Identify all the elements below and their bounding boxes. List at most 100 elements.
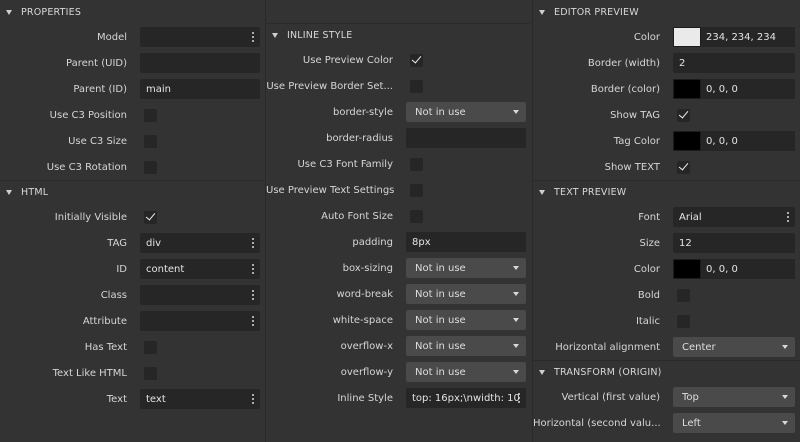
size-label: Size — [639, 237, 660, 249]
use-preview-border-row: Use Preview Border Set... — [266, 73, 530, 99]
white-space-label: white-space — [332, 314, 393, 326]
box-sizing-select[interactable]: Not in use — [406, 258, 526, 278]
color-value[interactable]: 0, 0, 0 — [701, 79, 795, 99]
show-text-checkbox[interactable] — [677, 160, 690, 174]
more-options-icon[interactable] — [252, 316, 254, 326]
padding-row: padding 8px — [266, 229, 530, 255]
initially-visible-checkbox[interactable] — [144, 210, 157, 224]
use-preview-color-row: Use Preview Color — [266, 47, 530, 73]
color-swatch[interactable] — [673, 259, 701, 279]
color-value[interactable]: 234, 234, 234 — [701, 27, 795, 47]
overflow-x-select[interactable]: Not in use — [406, 336, 526, 356]
word-break-select[interactable]: Not in use — [406, 284, 526, 304]
tag-color-picker[interactable]: 0, 0, 0 — [673, 131, 795, 151]
use-c3-font-family-checkbox[interactable] — [410, 157, 423, 171]
has-text-label: Has Text — [84, 341, 127, 353]
border-width-field[interactable]: 2 — [673, 53, 795, 73]
more-options-icon[interactable] — [518, 393, 520, 403]
more-options-icon[interactable] — [787, 212, 789, 222]
parent-uid-label: Parent (UID) — [66, 57, 127, 69]
font-row: Font Arial — [533, 204, 800, 230]
show-tag-row: Show TAG — [533, 102, 800, 128]
more-options-icon[interactable] — [252, 394, 254, 404]
use-c3-position-checkbox[interactable] — [144, 108, 157, 122]
border-radius-row: border-radius — [266, 125, 530, 151]
use-c3-size-checkbox[interactable] — [144, 134, 157, 148]
chevron-down-icon — [782, 421, 788, 425]
editor-preview-section-header[interactable]: EDITOR PREVIEW — [533, 0, 800, 24]
use-c3-font-family-row: Use C3 Font Family — [266, 151, 530, 177]
parent-id-label: Parent (ID) — [73, 83, 127, 95]
white-space-select[interactable]: Not in use — [406, 310, 526, 330]
overflow-y-label: overflow-y — [340, 366, 393, 378]
attribute-row: Attribute — [0, 308, 265, 334]
model-label: Model — [96, 31, 127, 43]
class-row: Class — [0, 282, 265, 308]
italic-row: Italic — [533, 308, 800, 334]
text-field[interactable]: text — [140, 389, 260, 409]
italic-checkbox[interactable] — [677, 314, 690, 328]
use-preview-border-checkbox[interactable] — [410, 79, 423, 93]
id-label: ID — [116, 263, 127, 275]
use-c3-position-label: Use C3 Position — [49, 109, 127, 121]
more-options-icon[interactable] — [252, 264, 254, 274]
use-c3-rotation-checkbox[interactable] — [144, 160, 157, 174]
section-title: EDITOR PREVIEW — [554, 6, 639, 18]
bold-checkbox[interactable] — [677, 288, 690, 302]
font-label: Font — [638, 211, 660, 223]
tag-row: TAG div — [0, 230, 265, 256]
more-options-icon[interactable] — [252, 32, 254, 42]
html-section-header[interactable]: HTML — [0, 180, 265, 204]
border-color-picker[interactable]: 0, 0, 0 — [673, 79, 795, 99]
inline-style-section-header[interactable]: INLINE STYLE — [266, 23, 530, 47]
section-title: TEXT PREVIEW — [554, 187, 627, 198]
use-preview-text-checkbox[interactable] — [410, 183, 423, 197]
h-align-select[interactable]: Center — [673, 337, 795, 357]
auto-font-size-checkbox[interactable] — [410, 209, 423, 223]
text-preview-section-header[interactable]: TEXT PREVIEW — [533, 180, 800, 204]
inline-style-field[interactable]: top: 16px;\nwidth: 10 — [406, 388, 526, 408]
tag-field[interactable]: div — [140, 233, 260, 253]
transform-section-header[interactable]: TRANSFORM (ORIGIN) — [533, 360, 800, 384]
class-field[interactable] — [140, 285, 260, 305]
color-swatch[interactable] — [673, 79, 701, 99]
overflow-y-select[interactable]: Not in use — [406, 362, 526, 382]
text-color-picker[interactable]: 0, 0, 0 — [673, 259, 795, 279]
preview-color-label: Color — [633, 31, 660, 43]
properties-section-header[interactable]: PROPERTIES — [0, 0, 265, 24]
color-swatch[interactable] — [673, 131, 701, 151]
preview-color-picker[interactable]: 234, 234, 234 — [673, 27, 795, 47]
more-options-icon[interactable] — [252, 290, 254, 300]
horizontal-origin-row: Horizontal (second valu... Left — [533, 410, 800, 436]
inline-style-label: Inline Style — [337, 392, 393, 404]
id-field[interactable]: content — [140, 259, 260, 279]
color-value[interactable]: 0, 0, 0 — [701, 131, 795, 151]
chevron-down-icon — [782, 395, 788, 399]
color-value[interactable]: 0, 0, 0 — [701, 259, 795, 279]
border-radius-field[interactable] — [406, 128, 526, 148]
text-like-html-label: Text Like HTML — [52, 367, 127, 379]
initially-visible-row: Initially Visible — [0, 204, 265, 230]
model-field[interactable] — [140, 27, 260, 47]
attribute-field[interactable] — [140, 311, 260, 331]
use-preview-text-row: Use Preview Text Settings — [266, 177, 530, 203]
show-tag-checkbox[interactable] — [677, 108, 690, 122]
horizontal-origin-label: Horizontal (second valu... — [533, 417, 661, 429]
horizontal-origin-select[interactable]: Left — [673, 413, 795, 433]
text-color-label: Color — [633, 263, 660, 275]
border-style-select[interactable]: Not in use — [406, 102, 526, 122]
parent-id-field[interactable]: main — [140, 79, 260, 99]
parent-uid-field[interactable] — [140, 53, 260, 73]
vertical-origin-select[interactable]: Top — [673, 387, 795, 407]
size-field[interactable]: 12 — [673, 233, 795, 253]
white-space-row: white-space Not in use — [266, 307, 530, 333]
text-like-html-checkbox[interactable] — [144, 366, 157, 380]
use-preview-color-checkbox[interactable] — [410, 53, 423, 67]
more-options-icon[interactable] — [252, 238, 254, 248]
padding-field[interactable]: 8px — [406, 232, 526, 252]
color-swatch[interactable] — [673, 27, 701, 47]
has-text-checkbox[interactable] — [144, 340, 157, 354]
collapse-triangle-icon — [539, 370, 545, 375]
font-field[interactable]: Arial — [673, 207, 795, 227]
parent-id-row: Parent (ID) main — [0, 76, 265, 102]
